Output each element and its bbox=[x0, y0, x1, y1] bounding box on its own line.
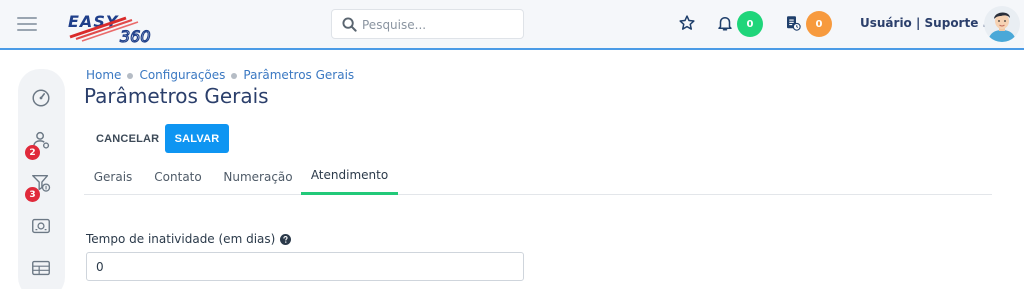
search-box[interactable] bbox=[331, 9, 524, 39]
tab-gerais[interactable]: Gerais bbox=[84, 158, 142, 195]
search-icon bbox=[342, 17, 357, 32]
table-icon[interactable] bbox=[30, 257, 52, 279]
breadcrumb-parametros-gerais[interactable]: Parâmetros Gerais bbox=[243, 68, 354, 82]
bell-icon[interactable] bbox=[716, 14, 734, 32]
inactivity-days-input[interactable] bbox=[86, 252, 524, 281]
breadcrumb-configuracoes[interactable]: Configurações bbox=[139, 68, 225, 82]
avatar[interactable] bbox=[984, 6, 1020, 42]
question-circle-icon[interactable] bbox=[280, 233, 292, 245]
inactivity-field-label: Tempo de inatividade (em dias) bbox=[86, 232, 292, 246]
star-icon[interactable] bbox=[678, 14, 696, 32]
breadcrumb: Home Configurações Parâmetros Gerais bbox=[86, 68, 354, 82]
menu-toggle-icon[interactable] bbox=[17, 17, 37, 31]
tab-numeracao[interactable]: Numeração bbox=[218, 158, 298, 195]
breadcrumb-separator bbox=[127, 72, 134, 79]
tasks-count-badge[interactable]: 0 bbox=[806, 11, 832, 37]
top-bar: EASY 360 0 0 Usuário | Suporte ... bbox=[0, 0, 1024, 50]
speedometer-icon[interactable] bbox=[30, 87, 52, 109]
tab-atendimento[interactable]: Atendimento bbox=[301, 158, 398, 195]
inactivity-label-text: Tempo de inatividade (em dias) bbox=[86, 232, 276, 246]
tab-contato[interactable]: Contato bbox=[146, 158, 210, 195]
save-button[interactable]: SALVAR bbox=[165, 124, 229, 153]
users-count-badge: 2 bbox=[25, 145, 40, 160]
breadcrumb-separator bbox=[231, 72, 238, 79]
finance-count-badge: 3 bbox=[25, 187, 40, 202]
breadcrumb-home[interactable]: Home bbox=[86, 68, 121, 82]
sidebar: 2 3 bbox=[18, 69, 65, 289]
settings-tabs: Gerais Contato Numeração Atendimento bbox=[84, 158, 992, 195]
svg-text:360: 360 bbox=[120, 27, 151, 44]
notifications-count-badge[interactable]: 0 bbox=[737, 11, 763, 37]
search-input[interactable] bbox=[362, 14, 517, 36]
page-title: Parâmetros Gerais bbox=[84, 84, 269, 108]
tasks-icon[interactable] bbox=[784, 14, 802, 32]
cancel-button[interactable]: CANCELAR bbox=[84, 124, 171, 153]
easy360-logo[interactable]: EASY 360 bbox=[66, 10, 162, 47]
user-menu-label[interactable]: Usuário | Suporte ... bbox=[860, 16, 996, 30]
cash-register-icon[interactable] bbox=[30, 215, 52, 237]
